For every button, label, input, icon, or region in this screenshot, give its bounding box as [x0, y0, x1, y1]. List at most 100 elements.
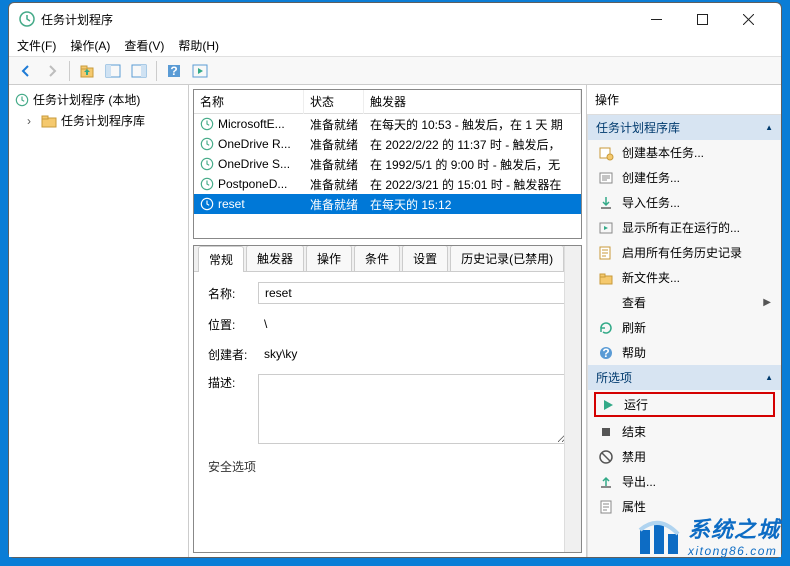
run-icon: [600, 397, 616, 413]
task-name: PostponeD...: [218, 177, 287, 191]
titlebar: 任务计划程序: [9, 3, 781, 35]
action-create[interactable]: 创建任务...: [588, 165, 781, 190]
create-icon: [598, 170, 614, 186]
section-header[interactable]: 所选项: [588, 365, 781, 390]
action-label: 禁用: [622, 448, 771, 465]
task-status: 准备就绪: [304, 114, 364, 135]
table-row[interactable]: OneDrive R...准备就绪在 2022/2/22 的 11:37 时 -…: [194, 134, 581, 154]
action-label: 创建基本任务...: [622, 144, 771, 161]
properties-icon: [598, 499, 614, 515]
action-label: 结束: [622, 423, 771, 440]
task-status: 准备就绪: [304, 174, 364, 195]
tab-2[interactable]: 操作: [306, 245, 352, 271]
up-button[interactable]: [76, 60, 98, 82]
refresh-icon: [598, 320, 614, 336]
body: 任务计划程序 (本地) › 任务计划程序库 名称 状态 触发器 Microsof…: [9, 85, 781, 557]
action-new-folder[interactable]: 新文件夹...: [588, 265, 781, 290]
tab-strip: 常规触发器操作条件设置历史记录(已禁用): [194, 246, 581, 272]
action-import[interactable]: 导入任务...: [588, 190, 781, 215]
tree-root-label: 任务计划程序 (本地): [33, 91, 140, 108]
tab-3[interactable]: 条件: [354, 245, 400, 271]
menu-view[interactable]: 查看(V): [124, 37, 164, 54]
back-button[interactable]: [15, 60, 37, 82]
section-header[interactable]: 任务计划程序库: [588, 115, 781, 140]
table-row[interactable]: PostponeD...准备就绪在 2022/3/21 的 15:01 时 - …: [194, 174, 581, 194]
app-icon: [19, 11, 35, 27]
end-icon: [598, 424, 614, 440]
show-running-icon: [598, 220, 614, 236]
tab-4[interactable]: 设置: [402, 245, 448, 271]
name-field[interactable]: [258, 282, 567, 304]
header-name[interactable]: 名称: [194, 89, 304, 114]
minimize-button[interactable]: [633, 4, 679, 34]
menu-bar: 文件(F) 操作(A) 查看(V) 帮助(H): [9, 35, 781, 57]
table-row[interactable]: MicrosoftE...准备就绪在每天的 10:53 - 触发后，在 1 天 …: [194, 114, 581, 134]
chevron-right-icon: ▶: [763, 297, 771, 308]
tree-library-label: 任务计划程序库: [61, 112, 145, 129]
main-window: 任务计划程序 文件(F) 操作(A) 查看(V) 帮助(H) ? 任务计划程序 …: [8, 2, 782, 558]
watermark: 系统之城 xitong86.com: [636, 512, 780, 558]
header-status[interactable]: 状态: [304, 89, 364, 114]
panel-button-1[interactable]: [102, 60, 124, 82]
tree-library[interactable]: › 任务计划程序库: [13, 110, 184, 131]
table-row[interactable]: reset准备就绪在每天的 15:12: [194, 194, 581, 214]
help-button[interactable]: ?: [163, 60, 185, 82]
create-basic-icon: [598, 145, 614, 161]
watermark-title: 系统之城: [688, 512, 780, 544]
task-trigger: 在每天的 15:12: [364, 194, 581, 215]
svg-text:?: ?: [170, 64, 177, 78]
tree-root[interactable]: 任务计划程序 (本地): [13, 89, 184, 110]
clock-icon: [200, 117, 214, 131]
action-label: 运行: [624, 396, 769, 413]
toolbar: ?: [9, 57, 781, 85]
disable-icon: [598, 449, 614, 465]
security-options-title: 安全选项: [208, 458, 567, 475]
header-trigger[interactable]: 触发器: [364, 89, 581, 114]
menu-action[interactable]: 操作(A): [70, 37, 110, 54]
help-icon: ?: [598, 345, 614, 361]
table-row[interactable]: OneDrive S...准备就绪在 1992/5/1 的 9:00 时 - 触…: [194, 154, 581, 174]
maximize-button[interactable]: [679, 4, 725, 34]
detail-scrollbar[interactable]: [564, 246, 581, 552]
author-value: sky\ky: [258, 344, 567, 364]
forward-button[interactable]: [41, 60, 63, 82]
actions-panel: 操作 任务计划程序库创建基本任务...创建任务...导入任务...显示所有正在运…: [587, 85, 781, 557]
action-show-running[interactable]: 显示所有正在运行的...: [588, 215, 781, 240]
panel-button-2[interactable]: [128, 60, 150, 82]
window-title: 任务计划程序: [41, 11, 633, 28]
tab-1[interactable]: 触发器: [246, 245, 304, 271]
watermark-logo-icon: [636, 512, 682, 558]
task-status: 准备就绪: [304, 194, 364, 215]
enable-history-icon: [598, 245, 614, 261]
tab-body-general: 名称: 位置: \ 创建者: sky\ky 描述: 安: [194, 272, 581, 552]
action-refresh[interactable]: 刷新: [588, 315, 781, 340]
action-end[interactable]: 结束: [588, 419, 781, 444]
action-view[interactable]: 查看 ▶: [588, 290, 781, 315]
action-label: 显示所有正在运行的...: [622, 219, 771, 236]
menu-file[interactable]: 文件(F): [17, 37, 56, 54]
action-label: 查看: [622, 294, 755, 311]
action-enable-history[interactable]: 启用所有任务历史记录: [588, 240, 781, 265]
action-run[interactable]: 运行: [594, 392, 775, 417]
location-value: \: [258, 314, 567, 334]
tab-5[interactable]: 历史记录(已禁用): [450, 245, 564, 271]
desc-field[interactable]: [258, 374, 567, 444]
close-button[interactable]: [725, 4, 771, 34]
export-icon: [598, 474, 614, 490]
action-create-basic[interactable]: 创建基本任务...: [588, 140, 781, 165]
run-button[interactable]: [189, 60, 211, 82]
clock-icon: [200, 177, 214, 191]
action-disable[interactable]: 禁用: [588, 444, 781, 469]
svg-text:?: ?: [602, 346, 609, 360]
menu-help[interactable]: 帮助(H): [178, 37, 219, 54]
clock-icon: [15, 93, 29, 107]
action-export[interactable]: 导出...: [588, 469, 781, 494]
desc-label: 描述:: [208, 374, 258, 391]
location-label: 位置:: [208, 316, 258, 333]
task-name: OneDrive R...: [218, 137, 291, 151]
task-name: OneDrive S...: [218, 157, 290, 171]
tab-0[interactable]: 常规: [198, 246, 244, 272]
task-list: 名称 状态 触发器 MicrosoftE...准备就绪在每天的 10:53 - …: [193, 89, 582, 239]
action-help[interactable]: ?帮助: [588, 340, 781, 365]
action-label: 创建任务...: [622, 169, 771, 186]
